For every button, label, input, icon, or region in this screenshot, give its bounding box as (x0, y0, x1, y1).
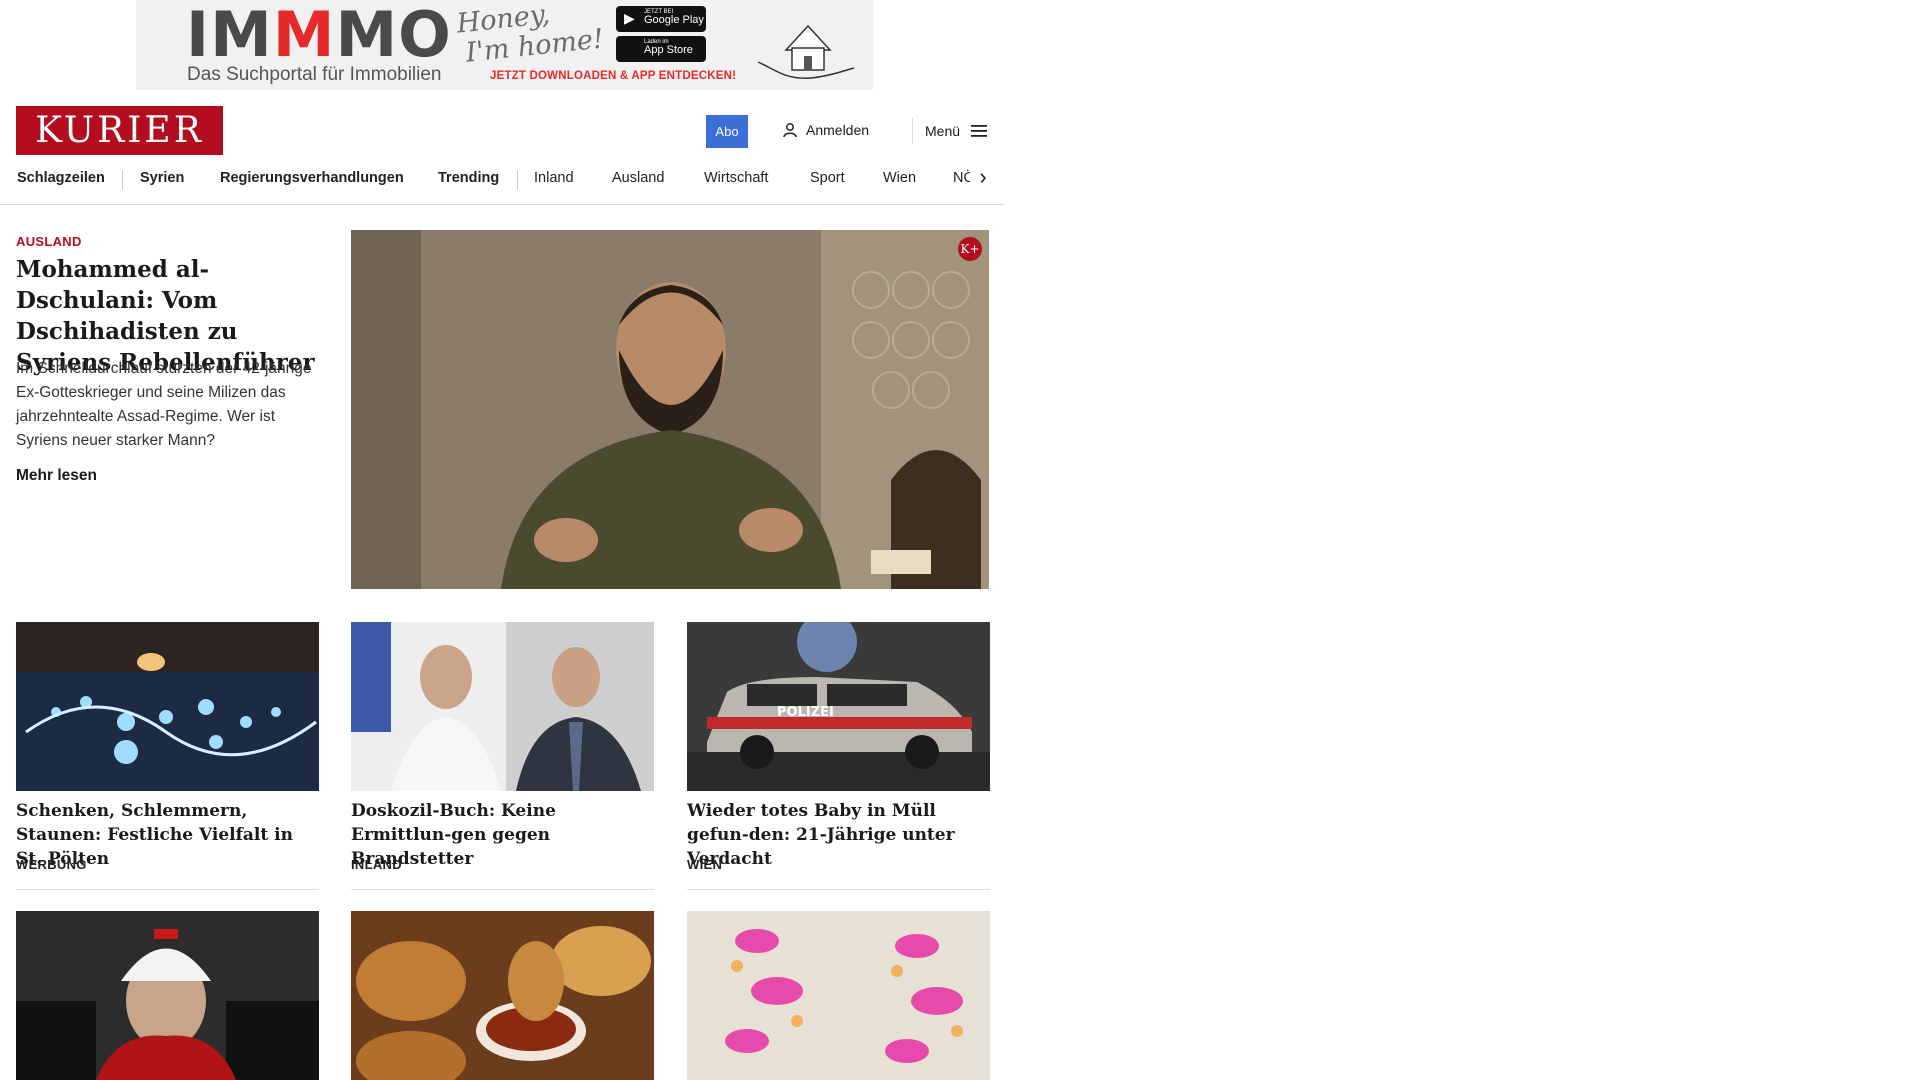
nav-item-ausland[interactable]: Ausland (612, 170, 664, 186)
app-store-label: App Store (644, 44, 693, 57)
chicken-nuggets-illustration (351, 911, 654, 1080)
card-category[interactable]: WIEN (687, 857, 722, 872)
nav-item-schlagzeilen[interactable]: Schlagzeilen (17, 170, 105, 186)
app-store-badge[interactable]: Laden im App Store (616, 36, 706, 62)
card-image-chicken-nuggets[interactable] (351, 911, 654, 1080)
floral-pattern-illustration (687, 911, 990, 1080)
nav-separator (122, 170, 123, 190)
card-category[interactable]: WERBUNG (16, 857, 87, 872)
christmas-lights-illustration (16, 622, 319, 791)
police-car-illustration: POLIZEI (687, 622, 990, 791)
menu-label: Menü (925, 123, 961, 139)
ad-cta: JETZT DOWNLOADEN & APP ENTDECKEN! (490, 70, 737, 82)
ad-logo-m: M (272, 0, 336, 71)
card-divider (16, 889, 319, 890)
nav-item-wien[interactable]: Wien (883, 170, 916, 186)
house-hand-icon (757, 24, 855, 79)
user-icon (783, 123, 797, 138)
lead-image[interactable] (351, 230, 989, 589)
nav-item-sport[interactable]: Sport (810, 170, 845, 186)
hamburger-icon (971, 125, 988, 137)
nav-item-wirtschaft[interactable]: Wirtschaft (704, 170, 768, 186)
card-headline[interactable]: Wieder totes Baby in Müll gefun-den: 21-… (687, 799, 990, 871)
google-play-icon: ▶ (624, 10, 635, 26)
ad-logo-part2: MO (335, 0, 452, 71)
nav-separator (517, 170, 518, 190)
kplus-premium-badge: K+ (958, 237, 982, 261)
nav-item-inland[interactable]: Inland (534, 170, 574, 186)
lead-teaser: Im Schnelldurchlauf stürzten der 42-jähr… (16, 360, 312, 449)
ad-tagline: Das Suchportal für Immobilien (187, 64, 442, 85)
nav-item-regierungsverhandlungen[interactable]: Regierungsverhandlungen (220, 170, 404, 186)
politicians-illustration (351, 622, 654, 791)
google-play-label: Google Play (644, 14, 704, 27)
lead-kicker[interactable]: AUSLAND (16, 234, 82, 249)
immmo-ad-banner[interactable]: IMMMO Das Suchportal für Immobilien Hone… (136, 0, 873, 90)
nav-item-trending[interactable]: Trending (438, 170, 499, 186)
card-image-police-car[interactable]: POLIZEI (687, 622, 990, 791)
login-link[interactable]: Anmelden (782, 122, 869, 138)
lead-photo-illustration (351, 230, 989, 589)
read-more-link[interactable]: Mehr lesen (16, 467, 97, 485)
menu-button[interactable]: Menü (912, 118, 988, 144)
police-label: POLIZEI (777, 705, 834, 720)
ad-logo-part1: IM (186, 0, 273, 71)
card-category[interactable]: INLAND (351, 857, 402, 872)
login-label: Anmelden (806, 122, 870, 138)
category-nav: Schlagzeilen Syrien Regierungsverhandlun… (0, 160, 1004, 205)
ad-script-text: Honey, I'm home! (455, 0, 605, 69)
card-image-racing-driver[interactable] (16, 911, 319, 1080)
card-divider (351, 889, 654, 890)
immmo-logo: IMMMO (186, 4, 452, 66)
abo-button[interactable]: Abo (706, 115, 748, 148)
racing-driver-illustration (16, 911, 319, 1080)
kurier-homepage: IMMMO Das Suchportal für Immobilien Hone… (0, 0, 1011, 1080)
google-play-badge[interactable]: ▶ JETZT BEI Google Play (616, 6, 706, 32)
card-image-pattern[interactable] (687, 911, 990, 1080)
chevron-right-icon[interactable]: › (970, 166, 996, 192)
card-image-politicians[interactable] (351, 622, 654, 791)
nav-item-syrien[interactable]: Syrien (140, 170, 184, 186)
card-image-christmas-lights[interactable] (16, 622, 319, 791)
card-divider (687, 889, 990, 890)
kurier-logo[interactable]: KURIER (16, 106, 223, 155)
